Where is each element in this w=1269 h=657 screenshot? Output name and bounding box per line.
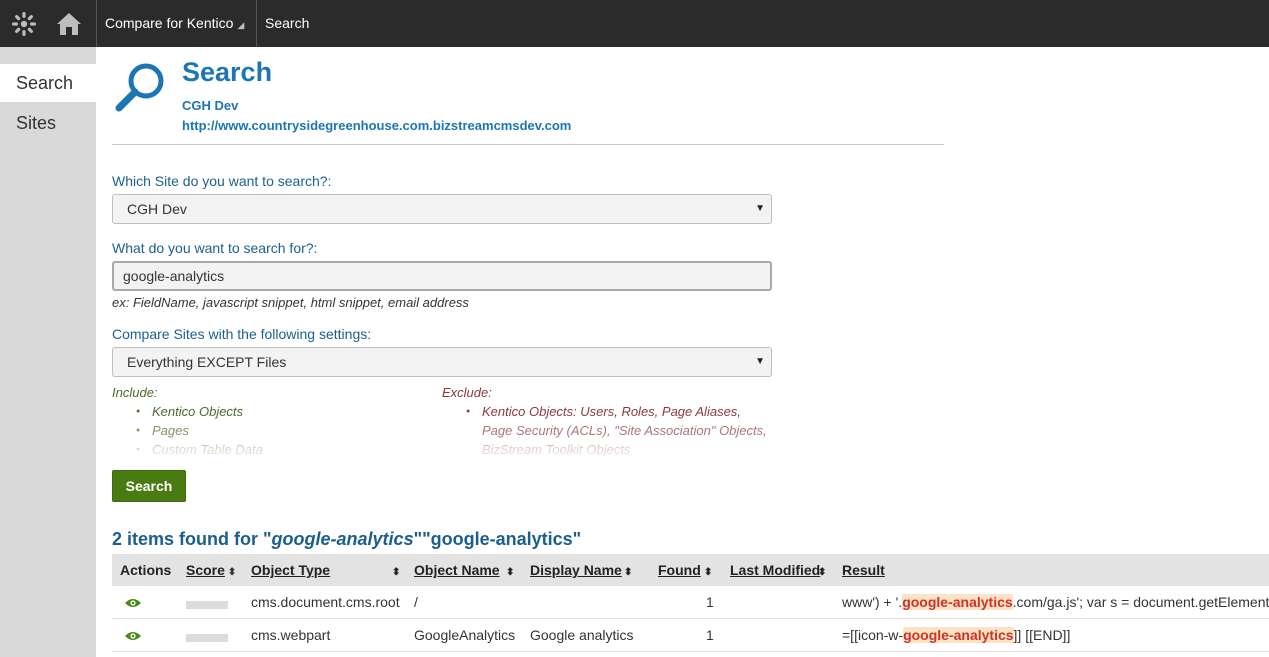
header-divider [112,144,944,145]
eye-icon[interactable] [124,596,142,614]
app-menu[interactable]: Compare for Kentico ◢ [105,0,244,47]
column-label: Found [658,562,701,578]
exclude-item-text: Page Security (ACLs), "Site Association"… [482,423,767,438]
topbar-divider [96,0,97,47]
settings-select[interactable]: Everything EXCEPT Files ▼ [112,347,772,377]
list-fade-overlay [112,446,812,466]
result-text: www') + '. [842,594,903,610]
table-row: cms.document.cms.root / 1 www') + '.goog… [112,586,1269,619]
search-input-value: google-analytics [123,268,225,284]
column-object-name[interactable]: Object Name [414,554,500,586]
result-text: =[[icon-w- [842,627,904,643]
result-match: google-analytics [902,594,1013,610]
cell-object-name: GoogleAnalytics [414,627,516,643]
settings-select-value: Everything EXCEPT Files [127,354,287,370]
search-input[interactable]: google-analytics [112,261,772,291]
home-icon[interactable] [45,0,93,47]
sort-icon[interactable]: ⬍ [704,554,712,586]
sort-icon[interactable]: ⬍ [624,554,632,586]
query-label: What do you want to search for?: [112,240,318,256]
cell-object-type: cms.document.cms.root [251,594,400,610]
search-hint: ex: FieldName, javascript snippet, html … [112,295,469,310]
results-summary-suffix: ""google-analytics" [413,529,582,549]
result-match: google-analytics [903,627,1014,643]
topbar-divider [256,0,257,47]
column-object-type[interactable]: Object Type [251,554,330,586]
cell-display-name: Google analytics [530,627,634,643]
column-found[interactable]: Found [658,554,701,586]
column-display-name[interactable]: Display Name [530,554,622,586]
table-header: Actions Score ⬍ Object Type ⬍ Object Name… [112,554,1269,586]
dropdown-arrow-icon: ▼ [755,203,765,214]
cell-found: 1 [706,594,714,610]
cell-result: =[[icon-w-google-analytics]] [[END]] [842,619,1269,652]
result-text: .com/ga.js'; var s = document.getElement… [1012,594,1269,610]
results-summary-prefix: 2 items found for " [112,529,272,549]
column-result: Result [842,562,885,578]
cell-found: 1 [706,627,714,643]
site-select-value: CGH Dev [127,201,187,217]
kentico-logo-icon[interactable] [0,0,48,47]
column-label: Object Name [414,562,500,578]
column-label: Last Modified [730,562,821,578]
top-bar: Compare for Kentico ◢ Search [0,0,1269,47]
app-menu-indicator-icon: ◢ [237,20,245,30]
score-bar [186,634,228,642]
column-score[interactable]: Score ⬍ [186,554,236,586]
column-label: Score [186,562,225,578]
breadcrumb-current: Search [265,15,310,31]
results-table: Actions Score ⬍ Object Type ⬍ Object Name… [112,554,1269,652]
site-name: CGH Dev [182,98,239,113]
settings-label: Compare Sites with the following setting… [112,326,372,342]
sort-icon[interactable]: ⬍ [818,554,826,586]
site-select-label: Which Site do you want to search?: [112,173,332,189]
column-label: Object Type [251,562,331,578]
site-url: http://www.countrysidegreenhouse.com.biz… [182,118,572,133]
sort-icon: ⬍ [227,567,237,578]
cell-result: www') + '.google-analytics.com/ga.js'; v… [842,586,1269,619]
sort-icon[interactable]: ⬍ [506,554,514,586]
eye-icon[interactable] [124,629,142,647]
sidebar-item-sites[interactable]: Sites [0,104,96,142]
sidebar-item-search[interactable]: Search [0,64,96,102]
result-text: ]] [[END]] [1013,627,1071,643]
search-button[interactable]: Search [112,470,186,502]
magnifier-icon [114,62,166,117]
results-summary-term: google-analytics [271,529,414,549]
sidebar: Search Sites [0,47,96,657]
results-summary: 2 items found for "google-analytics""goo… [112,529,581,550]
column-last-modified[interactable]: Last Modified [730,554,820,586]
cell-object-name: / [414,594,418,610]
include-heading: Include: [112,385,158,400]
include-item: Kentico Objects [134,402,263,421]
app-name: Compare for Kentico [105,15,234,31]
site-select[interactable]: CGH Dev ▼ [112,194,772,224]
column-actions: Actions [120,562,172,578]
cell-object-type: cms.webpart [251,627,331,643]
dropdown-arrow-icon: ▼ [755,356,765,367]
exclude-item-text: Kentico Objects: Users, Roles, Page Alia… [482,404,741,419]
include-item: Pages [134,421,263,440]
table-row: cms.webpart GoogleAnalytics Google analy… [112,619,1269,652]
sort-icon[interactable]: ⬍ [392,554,400,586]
score-bar [186,601,228,609]
exclude-heading: Exclude: [442,385,492,400]
page-title: Search [182,57,273,87]
column-label: Display Name [530,562,622,578]
